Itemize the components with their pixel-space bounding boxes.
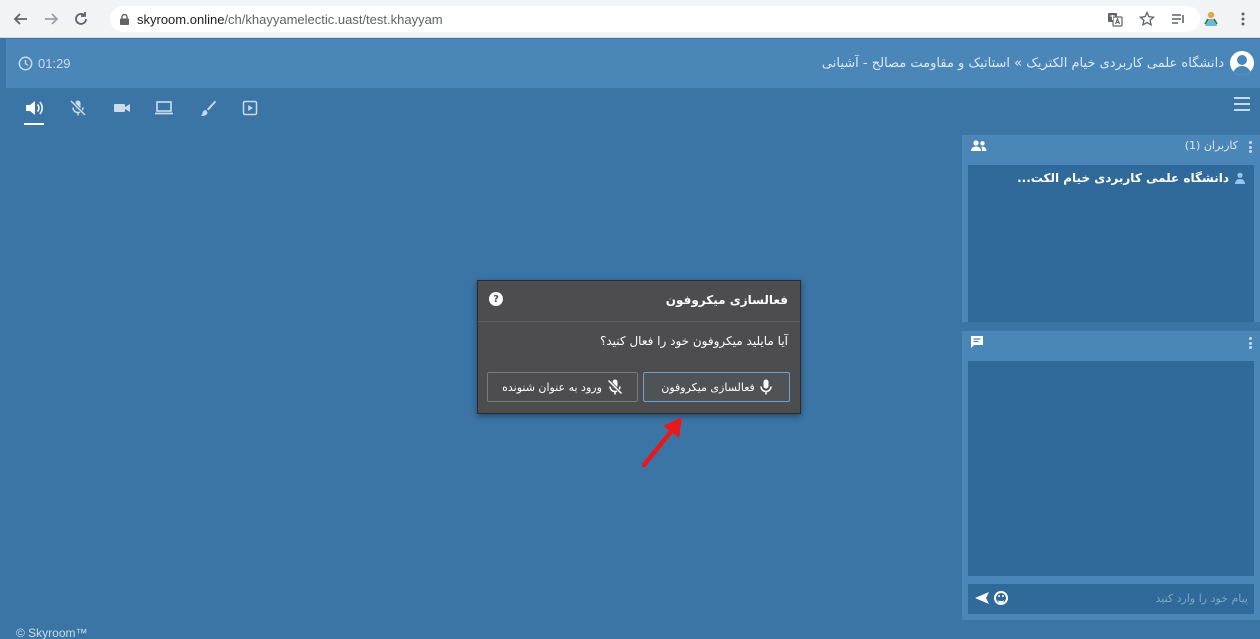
back-arrow-icon <box>13 12 27 25</box>
enter-as-listener-label: ورود به عنوان شنونده <box>502 380 602 394</box>
chat-panel-header <box>962 331 1260 355</box>
whiteboard-toggle[interactable] <box>196 96 220 120</box>
account-avatar-icon[interactable] <box>1230 51 1254 75</box>
emoji-icon[interactable] <box>994 591 1008 605</box>
translate-icon[interactable] <box>1106 10 1124 28</box>
send-icon[interactable] <box>974 591 990 605</box>
session-timer: 01:29 <box>18 56 71 71</box>
address-bar[interactable]: skyroom.online/ch/khayyamelectic.uast/te… <box>110 6 1200 32</box>
app-header: 01:29 دانشگاه علمی کاربردی خیام الکتریک … <box>6 39 1260 88</box>
skyroom-copyright: © Skyroom™ <box>16 626 88 639</box>
url-path: /ch/khayyamelectic.uast/test.khayyam <box>224 11 443 27</box>
screen-share-icon <box>155 101 173 115</box>
forward-arrow-icon <box>45 12 59 25</box>
chat-input-placeholder: پیام خود را وارد کنید <box>1155 592 1248 605</box>
url-host: skyroom.online <box>137 11 225 27</box>
browser-menu-icon[interactable] <box>1234 10 1252 28</box>
hamburger-menu-icon[interactable] <box>1234 97 1250 111</box>
users-panel-options-icon[interactable] <box>1249 141 1252 153</box>
profile-avatar-icon[interactable] <box>1202 10 1220 28</box>
dialog-title: فعالسازی میکروفون <box>665 293 788 307</box>
chat-bubble-icon <box>971 336 983 348</box>
speaker-icon <box>26 101 43 115</box>
chat-panel-options-icon[interactable] <box>1249 337 1252 349</box>
speaker-toggle[interactable] <box>22 96 46 125</box>
reading-list-icon[interactable] <box>1170 10 1188 28</box>
whiteboard-brush-icon <box>200 100 216 116</box>
media-player-toggle[interactable] <box>238 96 262 120</box>
mic-off-icon <box>607 379 623 395</box>
camera-icon <box>114 104 130 112</box>
user-list-item[interactable]: دانشگاه علمی کاربردی خیام الکت... <box>1017 171 1246 185</box>
chat-messages-area <box>968 361 1254 576</box>
camera-toggle[interactable] <box>110 96 134 120</box>
users-list: دانشگاه علمی کاربردی خیام الکت... <box>968 165 1254 322</box>
forward-button[interactable] <box>38 6 64 32</box>
enter-as-listener-button[interactable]: ورود به عنوان شنونده <box>487 372 638 402</box>
dialog-question: آیا مایلید میکروفون خود را فعال کنید؟ <box>600 334 788 348</box>
microphone-icon <box>760 379 772 395</box>
lock-icon <box>120 13 129 25</box>
reload-icon <box>75 11 87 25</box>
chat-panel: پیام خود را وارد کنید <box>962 331 1260 620</box>
users-group-icon[interactable] <box>970 139 988 153</box>
media-play-icon <box>242 100 258 116</box>
bookmark-star-icon[interactable] <box>1138 10 1156 28</box>
users-panel: کاربران (1) دانشگاه علمی کاربردی خیام ال… <box>962 135 1260 322</box>
timer-value: 01:29 <box>38 56 71 71</box>
room-title: دانشگاه علمی کاربردی خیام الکتریک » استا… <box>821 56 1224 71</box>
chat-input[interactable]: پیام خود را وارد کنید <box>968 584 1254 614</box>
mic-off-icon <box>69 99 87 117</box>
back-button[interactable] <box>8 6 34 32</box>
users-panel-title: کاربران (1) <box>1184 139 1238 152</box>
users-panel-header: کاربران (1) <box>962 135 1260 159</box>
user-icon <box>1235 172 1245 184</box>
annotation-arrow-icon <box>641 417 682 468</box>
media-toolbar <box>6 88 1260 128</box>
activate-microphone-button[interactable]: فعالسازی میکروفون <box>643 372 790 402</box>
activate-microphone-dialog: فعالسازی میکروفون ? آیا مایلید میکروفون … <box>477 280 801 414</box>
dialog-divider <box>478 321 800 322</box>
reload-button[interactable] <box>68 6 94 32</box>
browser-toolbar: skyroom.online/ch/khayyamelectic.uast/te… <box>0 0 1260 38</box>
microphone-toggle[interactable] <box>66 96 90 120</box>
activate-microphone-label: فعالسازی میکروفون <box>661 380 755 394</box>
screen-share-toggle[interactable] <box>152 96 176 120</box>
clock-icon <box>18 56 33 71</box>
help-icon[interactable]: ? <box>489 292 503 306</box>
user-name: دانشگاه علمی کاربردی خیام الکت... <box>1017 171 1229 185</box>
